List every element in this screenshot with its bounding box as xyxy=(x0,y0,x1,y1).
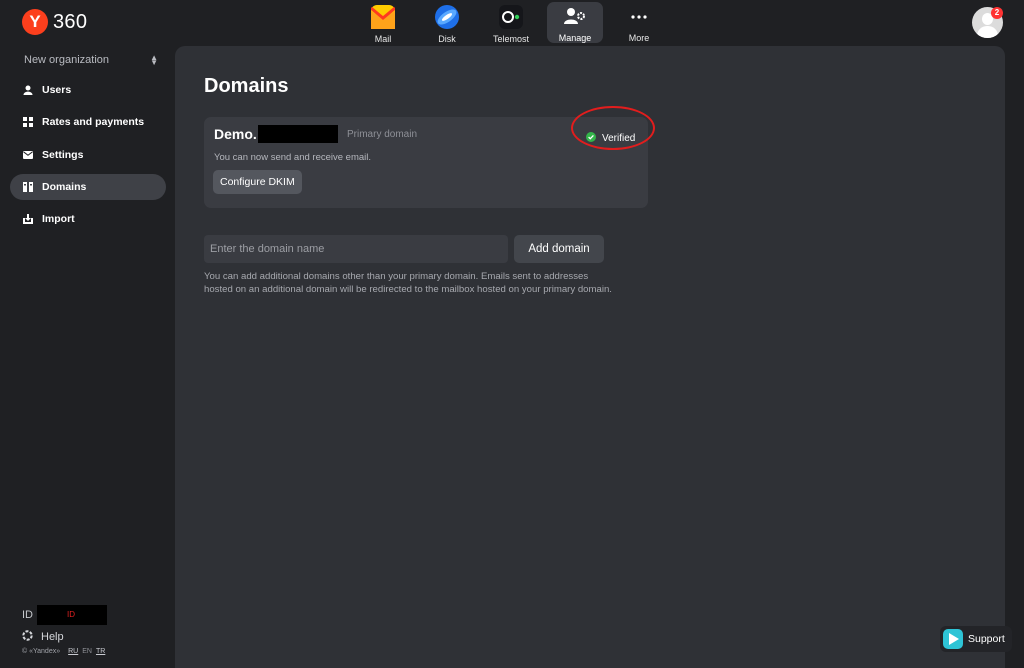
domain-name-input[interactable] xyxy=(204,235,508,263)
app-switcher: Mail Disk Telemost Manage More xyxy=(355,2,675,44)
avatar-body xyxy=(977,26,998,38)
footer: © «Yandex» RU EN TR xyxy=(22,648,105,655)
more-dots-icon xyxy=(627,5,651,28)
top-bar: Y 360 Mail Disk Telemost Manage More 2 xyxy=(0,0,1024,46)
domains-icon xyxy=(23,181,33,192)
lang-tr[interactable]: TR xyxy=(96,648,105,655)
sort-arrows-icon: ▲ ▼ xyxy=(150,53,158,67)
additional-domains-help: You can add additional domains other tha… xyxy=(204,271,612,295)
mail-icon xyxy=(371,5,395,29)
app-mail-label: Mail xyxy=(374,34,392,44)
import-icon xyxy=(23,214,33,225)
sidebar-item-import[interactable]: Import xyxy=(10,206,166,232)
disk-icon xyxy=(435,5,459,29)
app-manage[interactable]: Manage xyxy=(547,2,603,43)
id-value-redacted: ID xyxy=(37,605,107,625)
sidebar-item-users[interactable]: Users xyxy=(10,77,166,103)
logo-badge: Y xyxy=(22,9,48,35)
domain-name-text: Demo. xyxy=(214,126,257,142)
help-link[interactable]: Help xyxy=(22,628,64,646)
configure-dkim-button[interactable]: Configure DKIM xyxy=(213,170,302,194)
telemost-icon xyxy=(499,5,523,29)
sidebar-item-label: Users xyxy=(42,84,72,96)
sidebar-item-rates[interactable]: Rates and payments xyxy=(10,109,166,135)
envelope-icon xyxy=(23,150,33,160)
app-disk[interactable]: Disk xyxy=(419,2,475,44)
lang-ru[interactable]: RU xyxy=(68,648,78,655)
sidebar-item-label: Domains xyxy=(42,180,87,193)
app-disk-label: Disk xyxy=(438,34,456,44)
main-panel: Domains Demo. Primary domain Verified Yo… xyxy=(175,46,1005,668)
help-label: Help xyxy=(41,631,64,643)
add-domain-button[interactable]: Add domain xyxy=(514,235,604,263)
app-manage-label: Manage xyxy=(558,33,592,43)
app-mail[interactable]: Mail xyxy=(355,2,411,44)
domain-name-redacted xyxy=(257,125,338,143)
domain-name: Demo. xyxy=(214,125,338,143)
primary-domain-tag: Primary domain xyxy=(347,129,418,140)
app-more[interactable]: More xyxy=(611,2,667,43)
page-title: Domains xyxy=(204,75,289,97)
sidebar: New organization ▲ ▼ Users Rates and paym… xyxy=(0,46,175,668)
sidebar-item-settings[interactable]: Settings xyxy=(10,142,166,168)
verified-highlight-circle xyxy=(571,106,655,150)
yandex-360-logo[interactable]: Y 360 xyxy=(22,9,87,35)
sidebar-item-label: Rates and payments xyxy=(42,116,145,129)
support-chat-icon xyxy=(943,629,963,649)
lang-en[interactable]: EN xyxy=(82,648,92,655)
lifebuoy-icon xyxy=(22,628,33,646)
sidebar-item-label: Import xyxy=(42,213,75,226)
logo-text: 360 xyxy=(53,10,88,33)
organization-id: ID ID xyxy=(22,605,107,625)
domain-note: You can now send and receive email. xyxy=(214,152,372,163)
manage-icon xyxy=(563,5,587,28)
grid-icon xyxy=(23,117,33,128)
notification-badge: 2 xyxy=(991,7,1003,19)
id-label: ID xyxy=(22,609,33,621)
organization-name: New organization xyxy=(24,54,109,66)
sidebar-item-domains[interactable]: Domains xyxy=(10,173,166,200)
app-telemost[interactable]: Telemost xyxy=(483,2,539,44)
support-label: Support xyxy=(968,633,1005,645)
app-telemost-label: Telemost xyxy=(492,34,529,44)
sidebar-nav: Users Rates and payments Settings Domain… xyxy=(10,77,166,238)
sidebar-item-label: Settings xyxy=(42,148,84,161)
copyright: © «Yandex» xyxy=(22,648,61,655)
organization-selector[interactable]: New organization ▲ ▼ xyxy=(24,53,158,67)
user-icon xyxy=(23,85,33,95)
support-button[interactable]: Support xyxy=(940,626,1012,652)
app-more-label: More xyxy=(628,33,650,43)
